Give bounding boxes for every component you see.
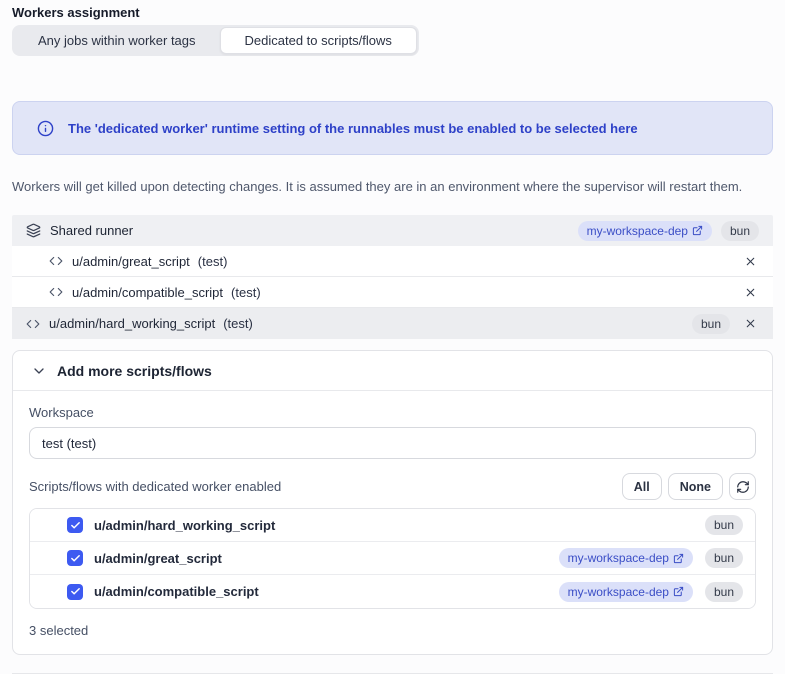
info-icon: [37, 120, 54, 137]
code-icon: [49, 254, 63, 268]
assigned-script-row: u/admin/compatible_script (test): [12, 277, 773, 308]
assignment-mode-tabs: Any jobs within worker tags Dedicated to…: [12, 25, 419, 56]
dedicated-scripts-list: u/admin/hard_working_script bun u/admin/…: [29, 508, 756, 609]
script-checkbox-row: u/admin/compatible_script my-workspace-d…: [30, 575, 755, 608]
script-checkbox-row: u/admin/hard_working_script bun: [30, 509, 755, 542]
tab-any-jobs-within-worker-tags[interactable]: Any jobs within worker tags: [14, 27, 220, 54]
script-checkbox-checked[interactable]: [67, 517, 83, 533]
script-path: u/admin/hard_working_script: [94, 518, 275, 533]
workspace-dep-badge[interactable]: my-workspace-dep: [559, 582, 693, 602]
script-path: u/admin/great_script: [94, 551, 222, 566]
script-workspace-suffix: (test): [198, 254, 228, 269]
script-checkbox-checked[interactable]: [67, 584, 83, 600]
script-workspace-suffix: (test): [223, 316, 253, 331]
workspace-dep-badge[interactable]: my-workspace-dep: [578, 221, 712, 241]
remove-script-button[interactable]: [742, 284, 759, 301]
add-scripts-panel: Add more scripts/flows Workspace Scripts…: [12, 350, 773, 655]
refresh-button[interactable]: [729, 473, 756, 500]
language-badge: bun: [692, 314, 730, 334]
workers-description: Workers will get killed upon detecting c…: [12, 179, 773, 194]
page-title: Workers assignment: [12, 5, 773, 20]
workspace-input[interactable]: [29, 427, 756, 459]
add-scripts-body: Workspace Scripts/flows with dedicated w…: [13, 391, 772, 654]
language-badge: bun: [721, 221, 759, 241]
workspace-dep-badge-label: my-workspace-dep: [568, 551, 669, 565]
external-link-icon: [673, 553, 684, 564]
layers-icon: [26, 223, 41, 238]
tab-dedicated-to-scripts-flows[interactable]: Dedicated to scripts/flows: [220, 27, 417, 54]
language-badge: bun: [705, 548, 743, 568]
remove-script-button[interactable]: [742, 253, 759, 270]
workspace-dep-badge[interactable]: my-workspace-dep: [559, 548, 693, 568]
info-banner-text: The 'dedicated worker' runtime setting o…: [68, 121, 638, 136]
language-badge: bun: [705, 515, 743, 535]
scripts-list-label: Scripts/flows with dedicated worker enab…: [29, 479, 281, 494]
external-link-icon: [692, 225, 703, 236]
add-scripts-title: Add more scripts/flows: [57, 363, 212, 379]
shared-runner-panel: Shared runner my-workspace-dep bun u/adm…: [12, 215, 773, 339]
script-path: u/admin/great_script: [72, 254, 190, 269]
workspace-dep-badge-label: my-workspace-dep: [568, 585, 669, 599]
script-checkbox-row: u/admin/great_script my-workspace-dep bu…: [30, 542, 755, 575]
chevron-down-icon: [31, 363, 47, 379]
scripts-list-toolbar: Scripts/flows with dedicated worker enab…: [29, 473, 756, 500]
script-path: u/admin/compatible_script: [72, 285, 223, 300]
language-badge: bun: [705, 582, 743, 602]
info-banner: The 'dedicated worker' runtime setting o…: [12, 101, 773, 155]
assigned-script-row: u/admin/great_script (test): [12, 246, 773, 277]
select-none-button[interactable]: None: [668, 473, 723, 500]
add-scripts-header[interactable]: Add more scripts/flows: [13, 351, 772, 391]
script-path: u/admin/compatible_script: [94, 584, 259, 599]
assigned-script-row-highlighted: u/admin/hard_working_script (test) bun: [12, 308, 773, 339]
shared-runner-label: Shared runner: [50, 223, 133, 238]
code-icon: [26, 317, 40, 331]
workers-assignment-page: Workers assignment Any jobs within worke…: [0, 0, 785, 674]
shared-runner-badges: my-workspace-dep bun: [578, 221, 759, 241]
workspace-label: Workspace: [29, 405, 756, 420]
remove-script-button[interactable]: [742, 315, 759, 332]
script-workspace-suffix: (test): [231, 285, 261, 300]
external-link-icon: [673, 586, 684, 597]
shared-runner-header: Shared runner my-workspace-dep bun: [12, 215, 773, 246]
script-path: u/admin/hard_working_script: [49, 316, 215, 331]
script-checkbox-checked[interactable]: [67, 550, 83, 566]
select-all-button[interactable]: All: [622, 473, 662, 500]
selected-count: 3 selected: [29, 623, 756, 638]
workspace-dep-badge-label: my-workspace-dep: [587, 224, 688, 238]
code-icon: [49, 285, 63, 299]
